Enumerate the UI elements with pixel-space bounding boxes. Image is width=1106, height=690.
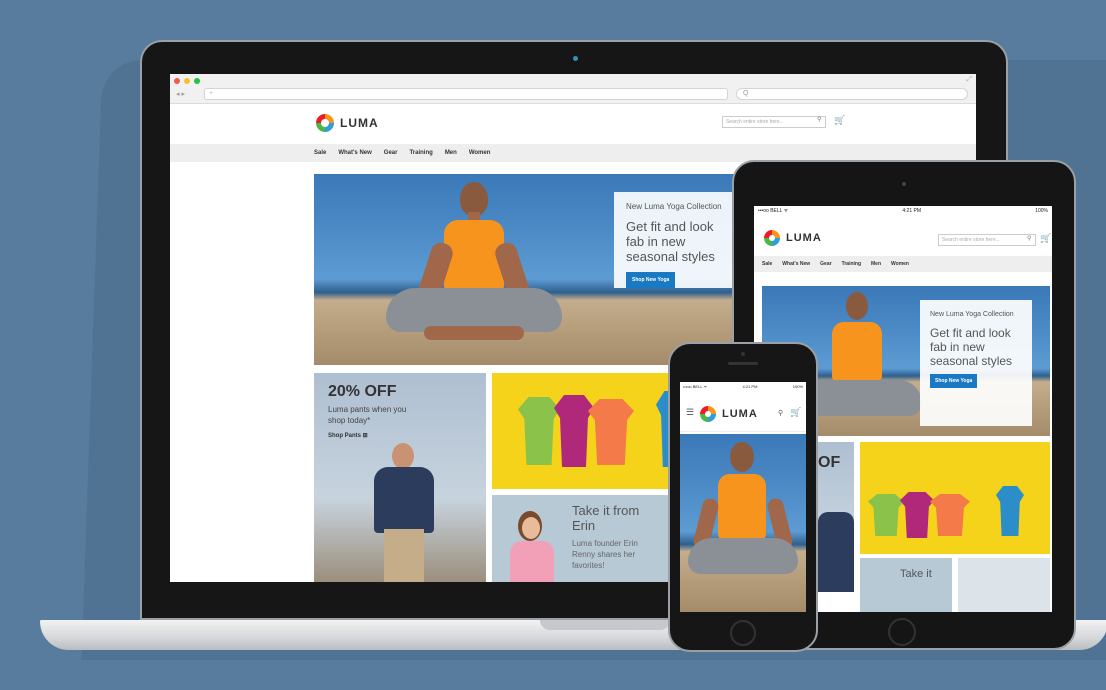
tablet-hero-card: New Luma Yoga Collection Get fit and loo… — [920, 300, 1032, 426]
search-icon[interactable]: ⚲ — [778, 409, 783, 417]
tablet-secondary-block[interactable] — [958, 558, 1050, 612]
browser-search-bar[interactable]: Q — [736, 88, 968, 100]
phone-logo-text[interactable]: LUMA — [722, 408, 758, 420]
cart-icon[interactable]: 🛒 — [834, 115, 845, 126]
tablet-promo-male-model — [818, 512, 854, 592]
search-icon[interactable]: ⚲ — [817, 116, 821, 123]
tablet-site-nav: Sale What's New Gear Training Men Women — [754, 256, 1052, 272]
expand-icon[interactable]: ⤢ — [966, 76, 972, 84]
cart-icon[interactable]: 🛒 — [790, 407, 801, 418]
shop-new-yoga-button[interactable]: Shop New Yoga — [626, 272, 676, 288]
nav-item-sale[interactable]: Sale — [314, 150, 326, 156]
tablet-erin-promo-block[interactable]: Take it — [860, 558, 952, 612]
hero-yoga-model — [384, 182, 564, 362]
browser-url-bar[interactable]: + — [204, 88, 728, 100]
luma-logo-icon[interactable] — [764, 230, 780, 246]
nav-item-women[interactable]: Women — [891, 261, 909, 267]
nav-item-training[interactable]: Training — [842, 261, 861, 267]
orange-tee — [930, 494, 970, 536]
tablet-logo-text[interactable]: LUMA — [786, 232, 822, 244]
nav-item-whats-new[interactable]: What's New — [338, 150, 371, 156]
tablet-home-button[interactable] — [888, 618, 916, 646]
tablet-shop-new-yoga-button[interactable]: Shop New Yoga — [930, 374, 978, 388]
tablet-time: 4:21 PM — [902, 208, 922, 214]
nav-item-gear[interactable]: Gear — [820, 261, 831, 267]
hero-kicker: New Luma Yoga Collection — [626, 202, 722, 211]
tablet-status-bar: •••oo BELL ᯤ 4:21 PM 100% — [754, 206, 1052, 218]
magenta-tee — [554, 395, 594, 467]
maximize-window-icon[interactable] — [194, 78, 200, 84]
nav-item-men[interactable]: Men — [871, 261, 881, 267]
browser-chrome: ◂ ▸ + Q ⤢ — [170, 74, 976, 104]
tablet-site-header: LUMA Search entire store here... ⚲ 🛒 — [754, 218, 1052, 252]
green-tee — [868, 494, 904, 536]
logo-text[interactable]: LUMA — [340, 116, 379, 130]
tablet-hero-kicker: New Luma Yoga Collection — [930, 311, 1014, 318]
tablet-promo-title: OF — [818, 454, 841, 471]
promo-body: Luma pants when you shop today* — [328, 405, 407, 425]
phone-battery: 100% — [792, 384, 803, 389]
erin-title: Take it from Erin — [572, 503, 640, 533]
close-window-icon[interactable] — [174, 78, 180, 84]
magenta-tee — [900, 492, 934, 538]
phone-speaker — [728, 362, 758, 365]
phone-status-bar: •••oo BELL ᯤ 4:21 PM 100% — [680, 382, 806, 392]
minimize-window-icon[interactable] — [184, 78, 190, 84]
nav-item-gear[interactable]: Gear — [384, 150, 398, 156]
luma-logo-icon[interactable] — [700, 406, 716, 422]
phone-hero-yoga-model — [688, 442, 798, 602]
blue-tank — [996, 486, 1024, 536]
nav-item-women[interactable]: Women — [469, 150, 491, 156]
cart-icon[interactable]: 🛒 — [1040, 233, 1051, 244]
green-tee — [518, 397, 560, 465]
promo-male-model — [370, 443, 440, 582]
tablet-erin-title: Take it — [900, 568, 932, 580]
laptop-notch — [540, 620, 670, 630]
tablet-battery: 100% — [1035, 208, 1048, 214]
phone-home-button[interactable] — [730, 620, 756, 646]
tablet-hero-title: Get fit and look fab in new seasonal sty… — [930, 326, 1013, 368]
pants-promo-block[interactable]: 20% OFF Luma pants when you shop today* … — [314, 373, 486, 582]
site-header: LUMA Search entire store here... ⚲ 🛒 — [170, 104, 976, 144]
promo-title: 20% OFF — [328, 383, 397, 400]
laptop-camera — [573, 56, 578, 61]
search-icon[interactable]: ⚲ — [1027, 235, 1031, 242]
phone-camera — [741, 352, 745, 356]
phone-device: •••oo BELL ᯤ 4:21 PM 100% ☰ LUMA ⚲ 🛒 — [668, 342, 818, 652]
nav-item-whats-new[interactable]: What's New — [782, 261, 810, 267]
erin-body: Luma founder Erin Renny shares her favor… — [572, 539, 638, 570]
tablet-carrier: •••oo BELL ᯤ — [758, 208, 789, 214]
tablet-tees-promo-block[interactable] — [860, 442, 1050, 554]
browser-nav-arrows-icon[interactable]: ◂ ▸ — [176, 90, 185, 98]
tablet-search-input[interactable]: Search entire store here... — [938, 234, 1036, 246]
phone-carrier: •••oo BELL ᯤ — [683, 384, 708, 389]
site-search-input[interactable]: Search entire store here... — [722, 116, 826, 128]
nav-item-men[interactable]: Men — [445, 150, 457, 156]
hero-card: New Luma Yoga Collection Get fit and loo… — [614, 192, 742, 288]
phone-time: 4:21 PM — [742, 384, 758, 389]
tablet-camera — [902, 182, 906, 186]
orange-tee — [588, 399, 634, 465]
hero-title: Get fit and look fab in new seasonal sty… — [626, 219, 715, 264]
nav-item-training[interactable]: Training — [409, 150, 432, 156]
shop-pants-link[interactable]: Shop Pants ⊞ — [328, 432, 472, 439]
erin-model — [506, 511, 558, 582]
phone-site-header: ☰ LUMA ⚲ 🛒 — [680, 392, 806, 432]
phone-screen: •••oo BELL ᯤ 4:21 PM 100% ☰ LUMA ⚲ 🛒 — [680, 382, 806, 612]
nav-item-sale[interactable]: Sale — [762, 261, 772, 267]
phone-hero-banner[interactable] — [680, 434, 806, 612]
erin-promo-block[interactable]: Take it from Erin Luma founder Erin Renn… — [492, 495, 692, 582]
luma-logo-icon[interactable] — [316, 114, 334, 132]
hamburger-menu-icon[interactable]: ☰ — [686, 407, 694, 418]
tees-promo-block[interactable] — [492, 373, 692, 489]
